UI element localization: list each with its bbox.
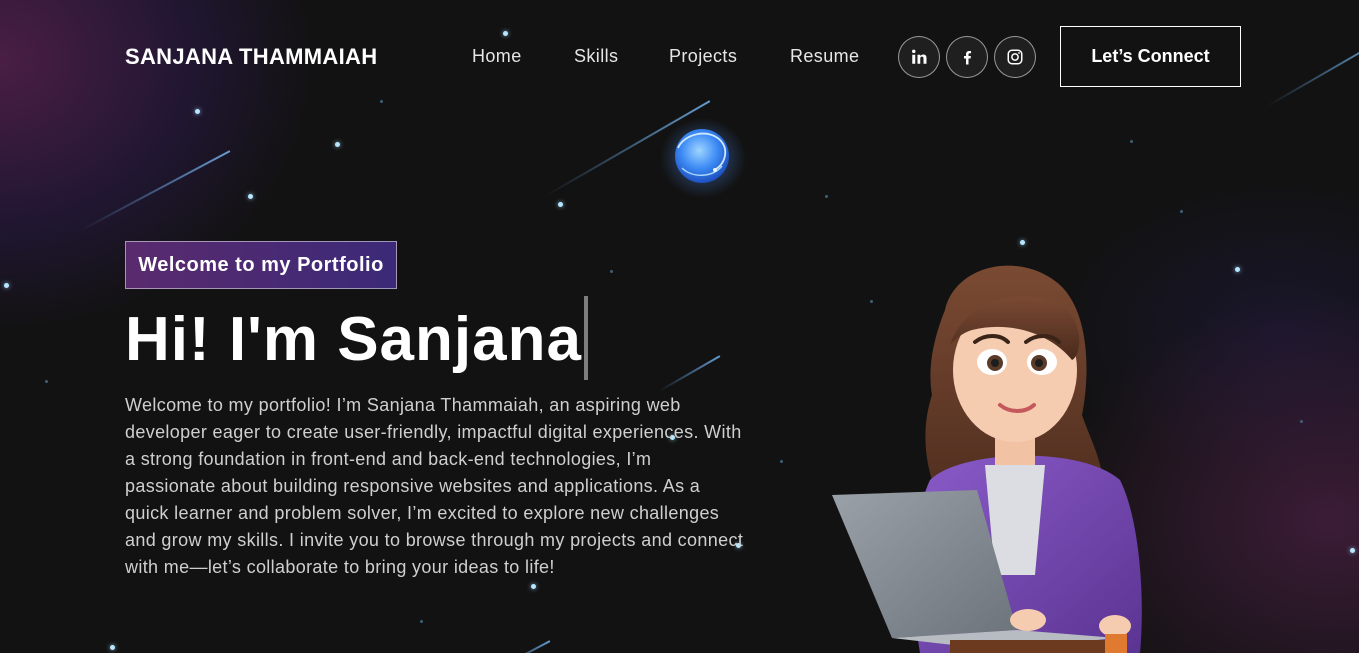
star (420, 620, 423, 623)
nav-link-projects[interactable]: Projects (669, 46, 737, 67)
star (1180, 210, 1183, 213)
hero-heading: Hi! I'm Sanjana (125, 296, 588, 380)
star (1350, 548, 1355, 553)
facebook-icon (964, 51, 972, 65)
star (558, 202, 563, 207)
brand-logo[interactable]: SANJANA THAMMAIAH (125, 44, 377, 70)
instagram-button[interactable] (994, 36, 1036, 78)
linkedin-button[interactable] (898, 36, 940, 78)
star (1235, 267, 1240, 272)
instagram-icon (1007, 49, 1023, 65)
shooting-star (79, 150, 231, 232)
linkedin-icon (912, 49, 927, 64)
facebook-button[interactable] (946, 36, 988, 78)
lets-connect-button[interactable]: Let’s Connect (1060, 26, 1241, 87)
intro-paragraph: Welcome to my portfolio! I’m Sanjana Tha… (125, 395, 744, 577)
nav-link-home[interactable]: Home (472, 46, 522, 67)
top-navbar: SANJANA THAMMAIAH Home Skills Projects R… (0, 0, 1359, 112)
star (610, 270, 613, 273)
star (1130, 140, 1133, 143)
star (825, 195, 828, 198)
nav-link-resume[interactable]: Resume (790, 46, 859, 67)
star (1020, 240, 1025, 245)
star (531, 584, 536, 589)
nav-link-skills[interactable]: Skills (574, 46, 618, 67)
welcome-tagline: Welcome to my Portfolio (125, 241, 397, 289)
star (110, 645, 115, 650)
glowing-orb-icon (660, 118, 746, 198)
shooting-star (658, 355, 721, 392)
star (248, 194, 253, 199)
shooting-star (500, 640, 551, 653)
star (335, 142, 340, 147)
star (780, 460, 783, 463)
typing-cursor (583, 296, 588, 380)
avatar-illustration (832, 265, 1142, 653)
star (4, 283, 9, 288)
star (45, 380, 48, 383)
hero-heading-text: Hi! I'm Sanjana (125, 305, 582, 374)
star (1300, 420, 1303, 423)
